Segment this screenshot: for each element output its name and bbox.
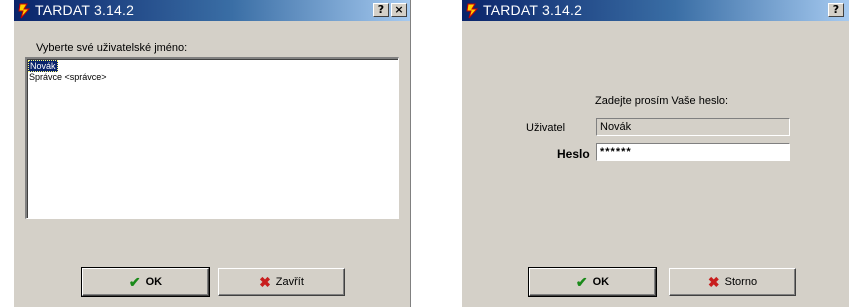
ok-button[interactable]: ✔ OK (528, 267, 657, 297)
app-lightning-icon (466, 3, 479, 19)
check-icon: ✔ (128, 274, 141, 290)
login-dialog: TARDAT 3.14.2 ? × Vyberte své uživatelsk… (14, 0, 411, 307)
list-item[interactable]: Novák (28, 60, 58, 72)
app-lightning-icon (18, 3, 31, 19)
window-title: TARDAT 3.14.2 (35, 2, 135, 18)
cancel-button[interactable]: ✖ Storno (669, 268, 796, 296)
window-title: TARDAT 3.14.2 (483, 2, 583, 18)
password-input[interactable]: ****** (596, 143, 790, 161)
cross-icon: ✖ (259, 274, 271, 290)
user-listbox[interactable]: Novák Správce <správce> (25, 57, 399, 219)
cancel-button-label: Storno (724, 276, 758, 288)
user-select-prompt: Vyberte své uživatelské jméno: (36, 42, 188, 54)
list-item[interactable]: Správce <správce> (28, 72, 108, 82)
title-bar[interactable]: TARDAT 3.14.2 ? (462, 0, 849, 21)
ok-button[interactable]: ✔ OK (81, 267, 210, 297)
user-label: Uživatel (526, 122, 566, 134)
close-button[interactable]: × (391, 3, 407, 17)
ok-button-label: OK (592, 276, 610, 288)
password-label: Heslo (557, 147, 590, 161)
check-icon: ✔ (575, 274, 588, 290)
password-prompt: Zadejte prosím Vaše heslo: (595, 95, 729, 107)
help-button[interactable]: ? (828, 3, 844, 17)
user-field: Novák (596, 118, 790, 136)
close-button-label: Zavřít (275, 276, 304, 288)
title-bar[interactable]: TARDAT 3.14.2 ? × (14, 0, 410, 21)
close-dialog-button[interactable]: ✖ Zavřít (218, 268, 345, 296)
cross-icon: ✖ (707, 274, 720, 290)
ok-button-label: OK (145, 276, 163, 288)
password-dialog: TARDAT 3.14.2 ? Zadejte prosím Vaše hesl… (462, 0, 849, 307)
help-button[interactable]: ? (373, 3, 389, 17)
